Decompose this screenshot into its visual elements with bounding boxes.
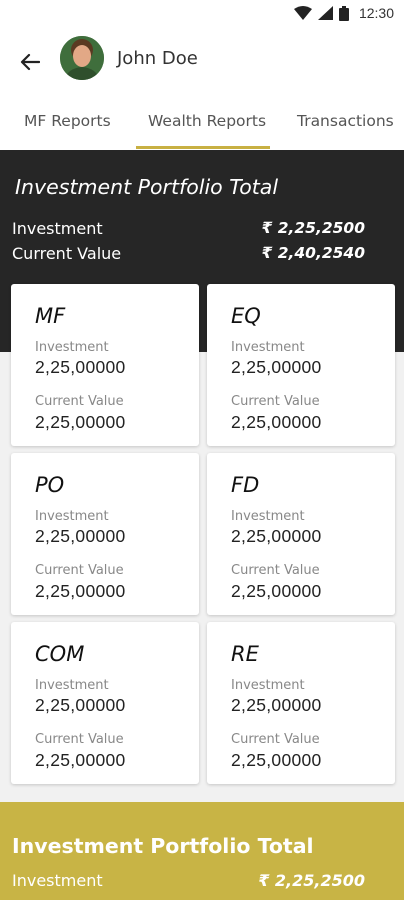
card-current-value: 2,25,00000 bbox=[231, 412, 322, 432]
card-current-label: Current Value bbox=[231, 394, 320, 409]
card-current-label: Current Value bbox=[35, 563, 124, 578]
app-header: John Doe bbox=[0, 28, 404, 98]
summary-investment-row: Investment ₹ 2,25,2500 bbox=[12, 219, 365, 238]
card-current-label: Current Value bbox=[35, 394, 124, 409]
card-code: COM bbox=[35, 642, 85, 666]
footer-investment-row: Investment ₹ 2,25,2500 bbox=[12, 871, 365, 890]
card-po[interactable]: PO Investment 2,25,00000 Current Value 2… bbox=[11, 453, 199, 615]
report-tabs: MF Reports Wealth Reports Transactions bbox=[0, 98, 404, 150]
card-investment-value: 2,25,00000 bbox=[231, 526, 322, 546]
battery-icon bbox=[338, 5, 349, 21]
card-re[interactable]: RE Investment 2,25,00000 Current Value 2… bbox=[207, 622, 395, 784]
card-code: RE bbox=[231, 642, 259, 666]
card-investment-label: Investment bbox=[231, 678, 305, 693]
card-investment-label: Investment bbox=[35, 509, 109, 524]
back-button[interactable] bbox=[16, 48, 44, 76]
card-current-value: 2,25,00000 bbox=[35, 581, 126, 601]
card-code: EQ bbox=[231, 304, 261, 328]
card-current-value: 2,25,00000 bbox=[35, 750, 126, 770]
footer-investment-label: Investment bbox=[12, 871, 103, 890]
footer-investment-value: ₹ 2,25,2500 bbox=[258, 871, 365, 890]
tab-mf-reports[interactable]: MF Reports bbox=[24, 112, 111, 130]
card-current-value: 2,25,00000 bbox=[231, 581, 322, 601]
status-time: 12:30 bbox=[358, 5, 394, 21]
card-current-label: Current Value bbox=[231, 732, 320, 747]
status-bar: 12:30 bbox=[0, 0, 404, 28]
card-current-value: 2,25,00000 bbox=[231, 750, 322, 770]
card-fd[interactable]: FD Investment 2,25,00000 Current Value 2… bbox=[207, 453, 395, 615]
avatar[interactable] bbox=[60, 36, 104, 80]
card-investment-value: 2,25,00000 bbox=[231, 695, 322, 715]
summary-current-value: ₹ 2,40,2540 bbox=[261, 244, 365, 262]
card-investment-value: 2,25,00000 bbox=[35, 695, 126, 715]
card-mf[interactable]: MF Investment 2,25,00000 Current Value 2… bbox=[11, 284, 199, 446]
footer-summary-title: Investment Portfolio Total bbox=[12, 834, 314, 858]
tab-transactions[interactable]: Transactions bbox=[297, 112, 394, 130]
portfolio-summary-title: Investment Portfolio Total bbox=[15, 175, 279, 199]
card-code: MF bbox=[35, 304, 66, 328]
arrow-left-icon bbox=[20, 53, 40, 71]
summary-current-row: Current Value ₹ 2,40,2540 bbox=[12, 244, 365, 263]
status-icons: 12:30 bbox=[293, 5, 394, 21]
user-name: John Doe bbox=[117, 48, 198, 69]
card-investment-label: Investment bbox=[231, 340, 305, 355]
card-investment-value: 2,25,00000 bbox=[35, 526, 126, 546]
card-current-label: Current Value bbox=[231, 563, 320, 578]
card-code: FD bbox=[231, 473, 260, 497]
card-investment-label: Investment bbox=[231, 509, 305, 524]
card-investment-label: Investment bbox=[35, 340, 109, 355]
card-code: PO bbox=[35, 473, 65, 497]
active-tab-indicator bbox=[136, 146, 270, 149]
card-current-value: 2,25,00000 bbox=[35, 412, 126, 432]
summary-investment-value: ₹ 2,25,2500 bbox=[261, 219, 365, 237]
card-current-label: Current Value bbox=[35, 732, 124, 747]
card-eq[interactable]: EQ Investment 2,25,00000 Current Value 2… bbox=[207, 284, 395, 446]
signal-icon bbox=[317, 6, 333, 20]
card-investment-value: 2,25,00000 bbox=[35, 357, 126, 377]
card-investment-label: Investment bbox=[35, 678, 109, 693]
card-investment-value: 2,25,00000 bbox=[231, 357, 322, 377]
card-com[interactable]: COM Investment 2,25,00000 Current Value … bbox=[11, 622, 199, 784]
avatar-image bbox=[60, 36, 104, 80]
tab-wealth-reports[interactable]: Wealth Reports bbox=[148, 112, 266, 130]
wifi-icon bbox=[293, 6, 312, 20]
summary-investment-label: Investment bbox=[12, 219, 103, 238]
summary-current-label: Current Value bbox=[12, 244, 122, 263]
